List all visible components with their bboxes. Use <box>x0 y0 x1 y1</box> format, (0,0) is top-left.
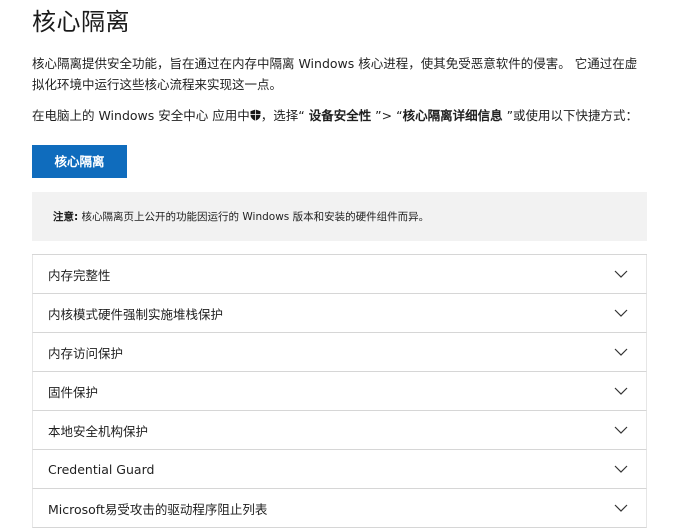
shield-icon <box>250 109 261 121</box>
note-text: 核心隔离页上公开的功能因运行的 Windows 版本和安装的硬件组件而异。 <box>78 211 430 223</box>
note-box: 注意: 核心隔离页上公开的功能因运行的 Windows 版本和安装的硬件组件而异… <box>32 192 647 241</box>
chevron-down-icon <box>614 426 628 434</box>
note-label: 注意: <box>53 211 79 223</box>
article: 核心隔离 核心隔离提供安全功能，旨在通过在内存中隔离 Windows 核心进程，… <box>32 0 647 528</box>
accordion-item-memory-access-protection[interactable]: 内存访问保护 <box>32 333 647 372</box>
accordion-item-label: 内存访问保护 <box>48 345 124 361</box>
accordion-item-credential-guard[interactable]: Credential Guard <box>32 450 647 489</box>
chevron-down-icon <box>614 309 628 317</box>
accordion-item-label: 固件保护 <box>48 384 99 400</box>
path-prefix: 在电脑上的 Windows 安全中心 应用中 <box>32 108 250 123</box>
chevron-down-icon <box>614 348 628 356</box>
accordion-item-label: Credential Guard <box>48 461 155 477</box>
accordion-item-label: 内存完整性 <box>48 267 111 283</box>
chevron-down-icon <box>614 465 628 473</box>
navigation-path: 在电脑上的 Windows 安全中心 应用中 ，选择“ 设备安全性 ”> “核心隔… <box>32 106 647 126</box>
core-isolation-shortcut-button[interactable]: 核心隔离 <box>32 145 127 178</box>
path-suffix: ”或使用以下快捷方式： <box>502 108 639 123</box>
accordion-item-label: 本地安全机构保护 <box>48 423 149 439</box>
intro-line-2: 拟化环境中运行这些核心流程来实现这一点。 <box>32 77 283 92</box>
accordion-item-memory-integrity[interactable]: 内存完整性 <box>32 255 647 294</box>
accordion-item-label: Microsoft易受攻击的驱动程序阻止列表 <box>48 501 268 517</box>
path-mid: ，选择“ <box>260 108 309 123</box>
path-section: 设备安全性 <box>308 108 372 123</box>
accordion-item-label: 内核模式硬件强制实施堆栈保护 <box>48 306 224 322</box>
accordion-item-driver-blocklist[interactable]: Microsoft易受攻击的驱动程序阻止列表 <box>32 489 647 528</box>
intro-line-1: 核心隔离提供安全功能，旨在通过在内存中隔离 Windows 核心进程，使其免受恶… <box>32 56 638 71</box>
page-title: 核心隔离 <box>32 8 130 36</box>
intro-paragraph: 核心隔离提供安全功能，旨在通过在内存中隔离 Windows 核心进程，使其免受恶… <box>32 53 647 95</box>
path-separator: ”> “ <box>371 108 403 123</box>
chevron-down-icon <box>614 270 628 278</box>
chevron-down-icon <box>614 387 628 395</box>
feature-accordion: 内存完整性 内核模式硬件强制实施堆栈保护 内存访问保护 固件保护 本地安全机构保… <box>32 254 647 528</box>
accordion-item-lsa-protection[interactable]: 本地安全机构保护 <box>32 411 647 450</box>
chevron-down-icon <box>614 504 628 512</box>
accordion-item-firmware-protection[interactable]: 固件保护 <box>32 372 647 411</box>
accordion-item-kernel-stack-protection[interactable]: 内核模式硬件强制实施堆栈保护 <box>32 294 647 333</box>
path-details: 核心隔离详细信息 <box>402 108 503 123</box>
